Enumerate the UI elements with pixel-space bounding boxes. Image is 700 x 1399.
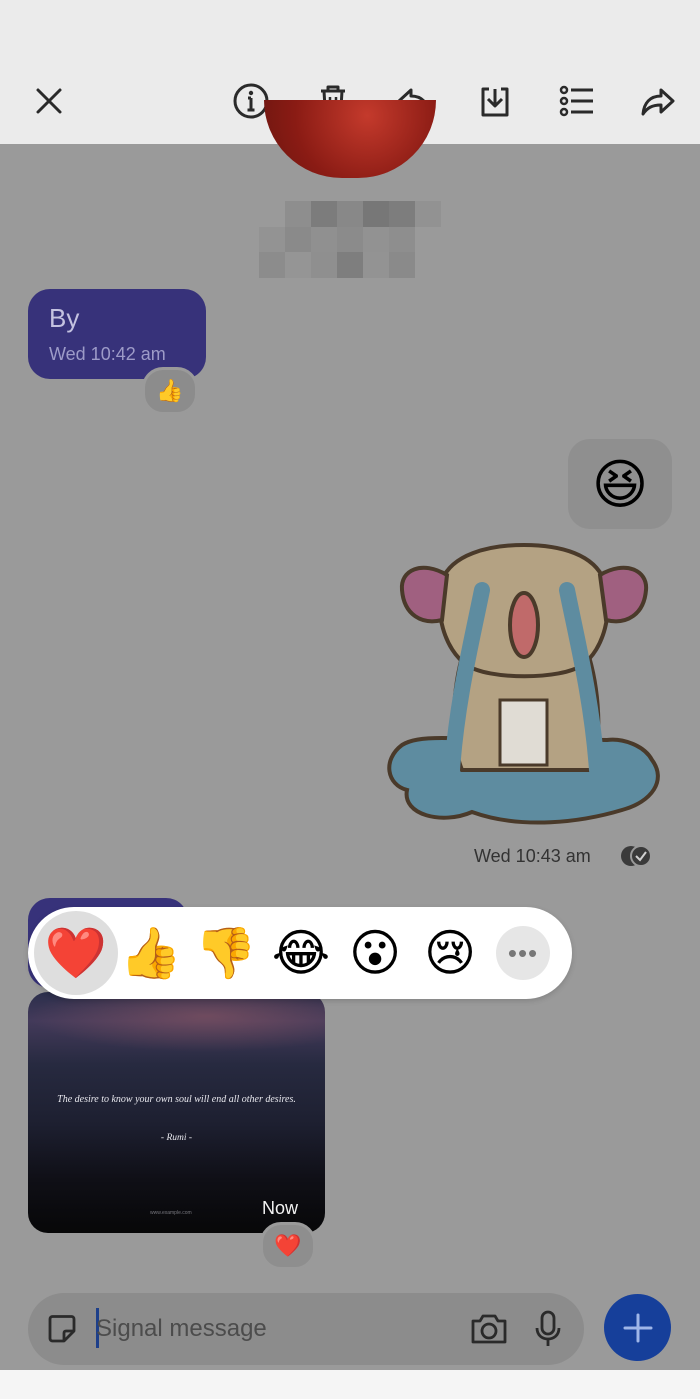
reaction-thumbs-down-button[interactable]: 👎 bbox=[192, 919, 260, 987]
reaction-surprised-button[interactable]: 😮 bbox=[341, 919, 409, 987]
select-multiple-button[interactable] bbox=[552, 76, 602, 126]
sad-emoji-icon: 😢 bbox=[423, 925, 477, 981]
message-text: By bbox=[49, 303, 80, 333]
image-message[interactable]: The desire to know your own soul will en… bbox=[28, 992, 325, 1233]
photo-credit-text: www.example.com bbox=[150, 1210, 192, 1216]
status-bar bbox=[0, 0, 700, 58]
more-dots-icon: ••• bbox=[507, 937, 539, 968]
delivered-check-icon bbox=[621, 845, 652, 867]
message-composer: Signal message bbox=[28, 1293, 584, 1365]
close-icon bbox=[36, 88, 62, 114]
photo-quote-text: The desire to know your own soul will en… bbox=[57, 1094, 296, 1105]
navigation-bar bbox=[0, 1370, 700, 1399]
save-button[interactable] bbox=[470, 76, 520, 126]
plus-icon bbox=[623, 1313, 652, 1342]
microphone-icon[interactable] bbox=[532, 1308, 564, 1350]
incoming-message-bubble[interactable]: By Wed 10:42 am bbox=[28, 289, 206, 379]
reaction-tears-of-joy-button[interactable]: 😂 bbox=[267, 919, 335, 987]
tears-of-joy-emoji-icon: 😂 bbox=[271, 925, 331, 981]
laughing-emoji-icon: 😆 bbox=[591, 454, 649, 515]
contact-avatar[interactable] bbox=[264, 100, 436, 178]
photo-quote-author: - Rumi - bbox=[160, 1133, 193, 1143]
forward-icon bbox=[641, 88, 675, 116]
camera-icon[interactable] bbox=[468, 1309, 510, 1349]
more-reactions-button[interactable]: ••• bbox=[496, 926, 550, 980]
thumbs-up-icon: 👍 bbox=[156, 378, 184, 403]
heart-emoji-icon: ❤️ bbox=[44, 925, 108, 981]
sticker-icon[interactable] bbox=[44, 1311, 80, 1347]
forward-button[interactable] bbox=[633, 76, 683, 126]
reaction-thumbs-up-button[interactable]: 👍 bbox=[117, 919, 185, 987]
reaction-heart-button[interactable]: ❤️ bbox=[34, 911, 118, 995]
outgoing-message-timestamp: Wed 10:43 am bbox=[474, 846, 591, 866]
message-timestamp: Wed 10:42 am bbox=[49, 344, 166, 364]
attach-button[interactable] bbox=[604, 1294, 671, 1361]
thumbs-up-emoji-icon: 👍 bbox=[119, 925, 183, 981]
image-reaction-badge[interactable]: ❤️ bbox=[260, 1222, 316, 1270]
message-input[interactable]: Signal message bbox=[96, 1312, 436, 1346]
heart-icon: ❤️ bbox=[274, 1233, 302, 1258]
select-multiple-icon bbox=[559, 85, 593, 117]
reaction-picker: ❤️ 👍 👎 😂 😮 😢 ••• bbox=[28, 907, 572, 999]
surprised-emoji-icon: 😮 bbox=[348, 925, 402, 981]
crying-dog-sticker[interactable] bbox=[382, 540, 666, 830]
close-button[interactable] bbox=[24, 76, 74, 126]
thumbs-down-emoji-icon: 👎 bbox=[194, 925, 258, 981]
photo-sky-glow bbox=[28, 992, 325, 1052]
outgoing-emoji-message[interactable]: 😆 bbox=[568, 439, 672, 529]
download-icon bbox=[481, 87, 509, 117]
message-reaction-badge[interactable]: 👍 bbox=[142, 367, 198, 415]
image-message-timestamp: Now bbox=[262, 1198, 299, 1218]
reaction-sad-button[interactable]: 😢 bbox=[416, 919, 484, 987]
